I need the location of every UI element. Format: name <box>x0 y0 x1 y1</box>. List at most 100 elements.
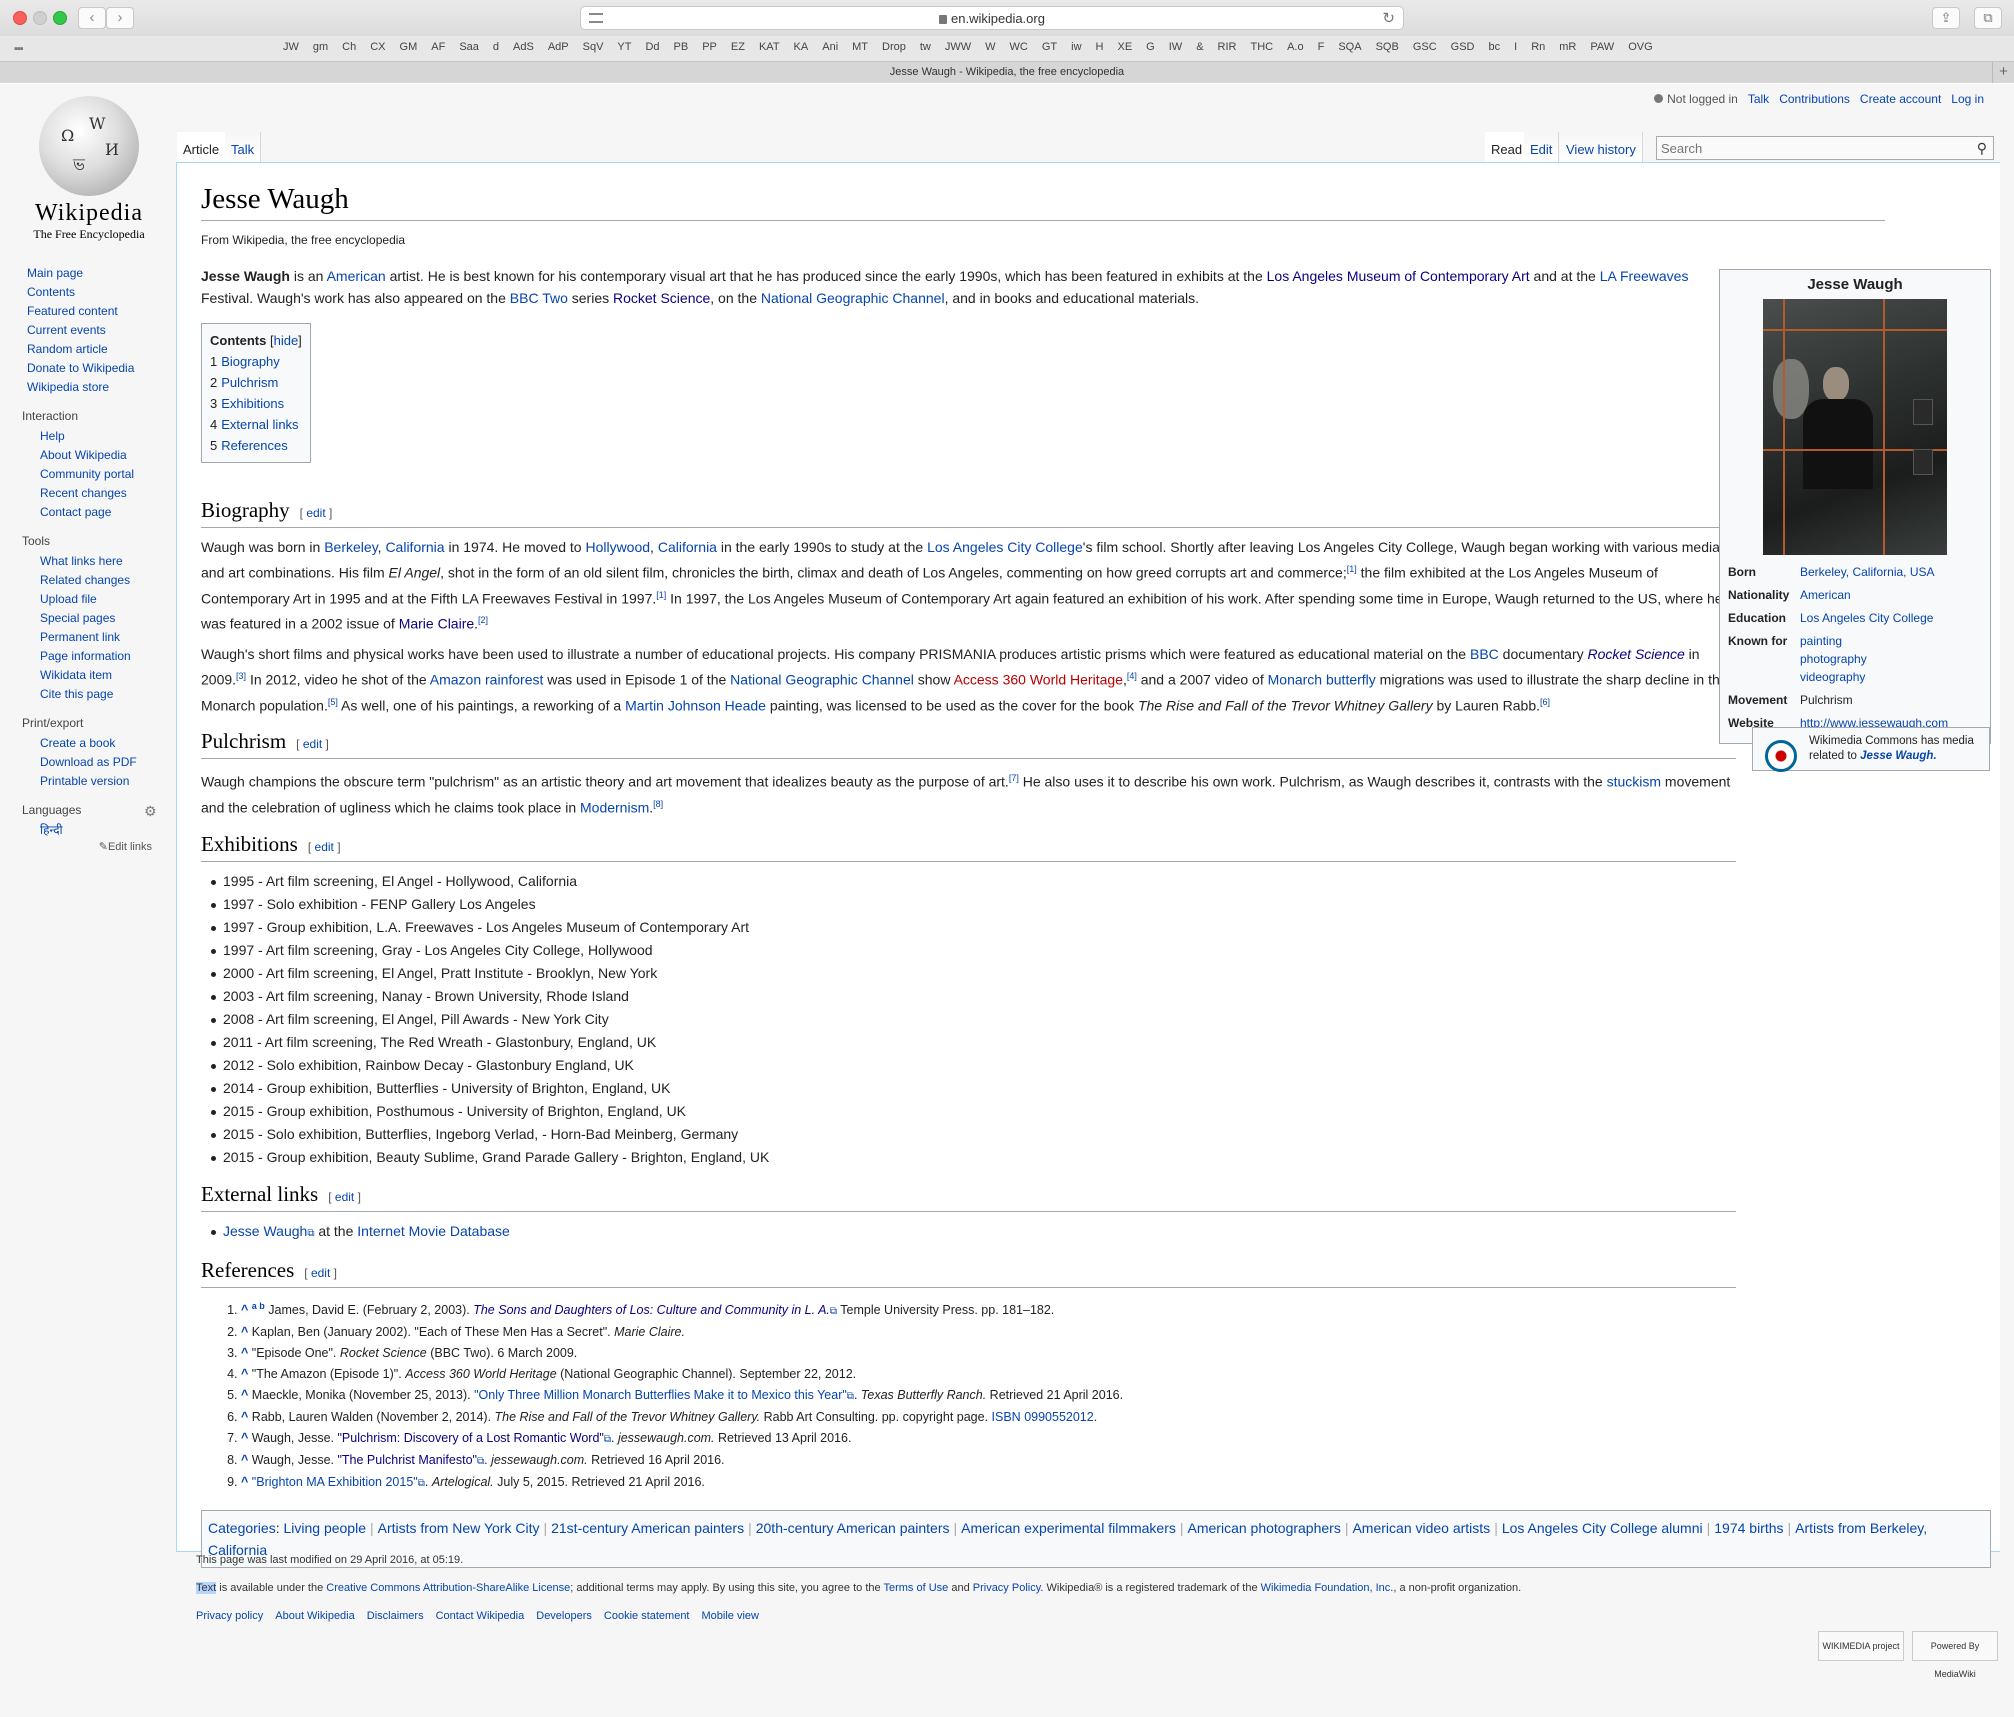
toc-link[interactable]: Biography <box>221 354 280 369</box>
toc-link[interactable]: Pulchrism <box>221 375 278 390</box>
bookmark-item[interactable]: IW <box>1169 41 1182 53</box>
bookmark-item[interactable]: GM <box>400 41 418 53</box>
bookmark-item[interactable]: Ani <box>822 41 838 53</box>
sidebar-item[interactable]: Wikipedia store <box>0 378 170 397</box>
bookmark-item[interactable]: Ch <box>342 41 356 53</box>
contributions-link[interactable]: Contributions <box>1779 92 1850 106</box>
bookmark-item[interactable]: WC <box>1010 41 1028 53</box>
reload-icon[interactable]: ↻ <box>1382 9 1395 27</box>
imdb-link[interactable]: Jesse Waugh <box>223 1223 307 1239</box>
footer-link[interactable]: Developers <box>536 1610 592 1622</box>
bookmark-item[interactable]: A.o <box>1287 41 1304 53</box>
active-tab-title[interactable]: Jesse Waugh - Wikipedia, the free encycl… <box>0 66 2014 78</box>
bookmark-item[interactable]: PAW <box>1590 41 1614 53</box>
bookmark-item[interactable]: W <box>985 41 995 53</box>
sidebar-item[interactable]: Printable version <box>0 772 170 791</box>
sidebar-item[interactable]: Random article <box>0 340 170 359</box>
category-link[interactable]: 21st-century American painters <box>551 1520 744 1536</box>
infobox-value-line[interactable]: photography <box>1800 650 1986 668</box>
log-in-link[interactable]: Log in <box>1951 92 1984 106</box>
tab-edit[interactable]: Edit <box>1524 132 1560 162</box>
bookmark-item[interactable]: YT <box>617 41 631 53</box>
bookmark-item[interactable]: THC <box>1250 41 1273 53</box>
share-button[interactable]: ⇪ <box>1932 7 1960 29</box>
category-link[interactable]: Los Angeles City College alumni <box>1502 1520 1703 1536</box>
footer-link[interactable]: Contact Wikipedia <box>436 1610 525 1622</box>
commons-link[interactable]: Jesse Waugh. <box>1860 750 1937 762</box>
toc-hide-toggle[interactable]: [hide] <box>270 333 302 348</box>
footer-link[interactable]: Cookie statement <box>604 1610 690 1622</box>
infobox-value-line[interactable]: videography <box>1800 668 1986 686</box>
new-tab-button[interactable]: + <box>1992 62 2014 83</box>
search-icon[interactable]: ⚲ <box>1977 140 1987 157</box>
bookmark-item[interactable]: SQB <box>1376 41 1399 53</box>
bookmark-item[interactable]: JW <box>283 41 299 53</box>
bookmark-item[interactable]: Dd <box>645 41 659 53</box>
sidebar-item[interactable]: Upload file <box>0 590 170 609</box>
categories-label-link[interactable]: Categories <box>208 1520 276 1536</box>
infobox-value-line[interactable]: American <box>1800 586 1986 604</box>
bookmark-item[interactable]: EZ <box>731 41 745 53</box>
bookmark-item[interactable]: XE <box>1117 41 1132 53</box>
category-link[interactable]: Living people <box>283 1520 366 1536</box>
sidebar-item[interactable]: Special pages <box>0 609 170 628</box>
edit-link[interactable]: edit <box>306 506 325 520</box>
bookmark-item[interactable]: mR <box>1559 41 1576 53</box>
sidebar-item[interactable]: Wikidata item <box>0 666 170 685</box>
search-input[interactable] <box>1657 137 1957 159</box>
sidebar-item[interactable]: Related changes <box>0 571 170 590</box>
bookmark-item[interactable]: KA <box>794 41 809 53</box>
infobox-value-line[interactable]: painting <box>1800 632 1986 650</box>
bookmark-item[interactable]: GSC <box>1413 41 1437 53</box>
top-sites-grid-icon[interactable]: ▪▪▪ <box>14 43 24 55</box>
edit-section-link[interactable]: [ edit ] <box>304 1266 337 1280</box>
edit-section-link[interactable]: [ edit ] <box>296 737 329 751</box>
tab-article[interactable]: Article <box>177 132 227 162</box>
bookmark-item[interactable]: gm <box>313 41 328 53</box>
edit-link[interactable]: edit <box>303 737 322 751</box>
bookmark-item[interactable]: d <box>493 41 499 53</box>
bookmark-item[interactable]: GT <box>1042 41 1057 53</box>
toc-hide-link[interactable]: hide <box>274 333 299 348</box>
tab-read[interactable]: Read <box>1485 132 1530 162</box>
edit-section-link[interactable]: [ edit ] <box>300 506 333 520</box>
sidebar-item[interactable]: Contact page <box>0 503 170 522</box>
toc-link[interactable]: References <box>221 438 287 453</box>
toc-item[interactable]: 2 Pulchrism <box>210 372 302 393</box>
gear-icon[interactable]: ⚙ <box>144 803 157 820</box>
bookmark-item[interactable]: tw <box>920 41 931 53</box>
bookmark-item[interactable]: Rn <box>1531 41 1545 53</box>
bookmark-item[interactable]: MT <box>852 41 868 53</box>
bookmark-item[interactable]: F <box>1318 41 1325 53</box>
infobox-value-line[interactable]: Los Angeles City College <box>1800 609 1986 627</box>
wikimedia-project-badge[interactable]: WIKIMEDIA project <box>1818 1631 1904 1661</box>
language-hindi-link[interactable]: हिन्दी <box>0 821 170 840</box>
sidebar-item[interactable]: Featured content <box>0 302 170 321</box>
footer-link[interactable]: Disclaimers <box>367 1610 424 1622</box>
category-link[interactable]: 1974 births <box>1714 1520 1783 1536</box>
bookmark-item[interactable]: SQA <box>1338 41 1361 53</box>
imdb-database-link[interactable]: Internet Movie Database <box>357 1223 510 1239</box>
footer-link[interactable]: Privacy policy <box>196 1610 263 1622</box>
sidebar-item[interactable]: Download as PDF <box>0 753 170 772</box>
portrait-photo[interactable] <box>1763 299 1947 555</box>
bookmark-item[interactable]: AdS <box>513 41 534 53</box>
edit-section-link[interactable]: [ edit ] <box>308 840 341 854</box>
powered-by-mediawiki-badge[interactable]: Powered By MediaWiki <box>1912 1631 1998 1679</box>
tab-talk[interactable]: Talk <box>225 132 262 162</box>
bookmark-item[interactable]: SqV <box>583 41 604 53</box>
create-account-link[interactable]: Create account <box>1860 92 1941 106</box>
back-button[interactable]: ‹ <box>78 7 106 29</box>
bookmark-item[interactable]: AF <box>431 41 445 53</box>
infobox-value-line[interactable]: Berkeley, California, USA <box>1800 563 1986 581</box>
toc-link[interactable]: Exhibitions <box>221 396 284 411</box>
category-link[interactable]: Artists from New York City <box>378 1520 540 1536</box>
footer-link[interactable]: Mobile view <box>702 1610 759 1622</box>
sidebar-item[interactable]: Help <box>0 427 170 446</box>
bookmark-item[interactable]: PB <box>674 41 689 53</box>
sidebar-item[interactable]: Page information <box>0 647 170 666</box>
zoom-window-button[interactable] <box>53 11 67 25</box>
bookmark-item[interactable]: Drop <box>882 41 906 53</box>
toc-item[interactable]: 3 Exhibitions <box>210 393 302 414</box>
bookmark-item[interactable]: GSD <box>1451 41 1475 53</box>
